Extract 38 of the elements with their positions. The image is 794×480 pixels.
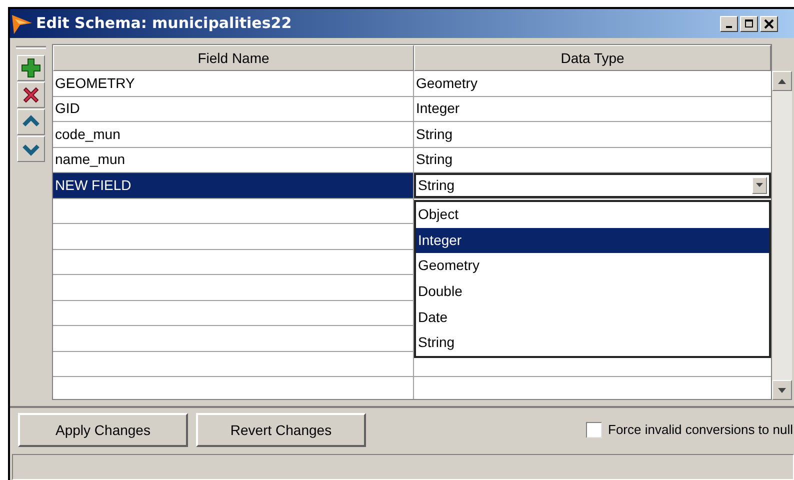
table-cell: GEOMETRY bbox=[53, 71, 414, 96]
table-cell: code_mun bbox=[53, 122, 414, 146]
checkbox-label: Force invalid conversions to null bbox=[608, 421, 793, 440]
scroll-up-icon bbox=[778, 78, 786, 84]
scrollbar[interactable] bbox=[772, 71, 792, 400]
close-button[interactable] bbox=[760, 16, 778, 32]
maximize-icon bbox=[744, 18, 754, 28]
dropdown-option[interactable]: Double bbox=[416, 278, 769, 304]
move-up-button[interactable] bbox=[17, 109, 45, 135]
column-header[interactable]: Field Name bbox=[53, 45, 414, 71]
minimize-icon bbox=[726, 26, 732, 28]
move-down-button[interactable] bbox=[17, 136, 45, 162]
scroll-down-icon bbox=[778, 388, 786, 392]
table-cell-text: String bbox=[415, 150, 454, 170]
table-cell-text: Integer bbox=[415, 99, 461, 118]
table-cell: name_mun bbox=[53, 148, 414, 172]
checkbox[interactable] bbox=[586, 422, 602, 438]
plus-icon bbox=[20, 57, 42, 79]
minimize-button[interactable] bbox=[720, 16, 738, 32]
close-icon bbox=[764, 18, 774, 28]
column-header[interactable]: Data Type bbox=[414, 45, 771, 71]
type-combo-box[interactable]: String bbox=[414, 173, 771, 198]
dropdown-option[interactable]: Integer bbox=[416, 228, 769, 254]
table-cell-text: Geometry bbox=[415, 74, 478, 93]
action-button[interactable]: Apply Changes bbox=[18, 413, 188, 447]
dropdown-option[interactable]: Date bbox=[416, 304, 769, 330]
delete-button[interactable] bbox=[17, 82, 45, 108]
table-cell: GID bbox=[53, 96, 414, 121]
add-button[interactable] bbox=[17, 55, 45, 81]
window-title: Edit Schema: municipalities22 bbox=[36, 13, 293, 34]
maximize-button[interactable] bbox=[740, 16, 758, 32]
dropdown-option[interactable]: Geometry bbox=[416, 253, 769, 279]
table-cell-text: String bbox=[415, 124, 454, 144]
action-button[interactable]: Revert Changes bbox=[196, 413, 366, 447]
dropdown-option[interactable]: Object bbox=[416, 202, 769, 228]
app-logo-icon bbox=[11, 12, 33, 34]
table-cell: NEW FIELD bbox=[53, 173, 414, 198]
dropdown-option[interactable]: String bbox=[416, 330, 769, 356]
